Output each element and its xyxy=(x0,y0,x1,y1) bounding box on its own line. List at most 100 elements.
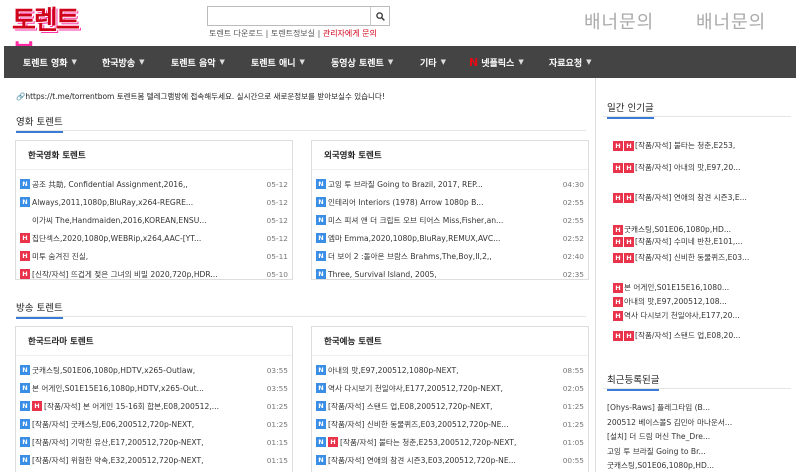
post-title[interactable]: [작품/자석] 위험한 약속,E32,200512,720p-NEXT, xyxy=(32,455,262,466)
list-item[interactable]: N Three, Survival Island, 2005, 02:35 xyxy=(316,266,584,282)
board-title[interactable]: 외국영화 토렌트 xyxy=(324,149,382,161)
board-title[interactable]: 한국영화 토렌트 xyxy=(28,149,86,161)
post-title[interactable]: [작품/자석] 불타는 청춘,E253,200512,720p-NEXT, xyxy=(340,437,558,448)
nav-item-anime[interactable]: 토렌트 애니 ▼ xyxy=(251,46,305,78)
popular-item[interactable]: H H [작품/자석] 연애의 참견 시즌3,E... xyxy=(613,192,763,203)
popular-item-title[interactable]: 아내의 맛,E97,200512,108... xyxy=(624,297,727,306)
list-item[interactable]: N 엠마 Emma,2020,1080p,BluRay,REMUX,AVC... 0… xyxy=(316,230,584,246)
search-button[interactable] xyxy=(370,7,389,25)
popular-item-title[interactable]: [작품/자석] 불타는 청춘,E253, xyxy=(635,141,735,150)
search-input[interactable] xyxy=(208,7,371,25)
popular-item-title[interactable]: [작품/자석] 스탠드 업,E08,20... xyxy=(635,331,740,340)
popular-item[interactable]: H본 어게인,S01E15E16,1080... xyxy=(613,282,763,293)
list-item[interactable]: N [작품/자석] 신비한 동물퀴즈,E03,200512,720p-NE... 0… xyxy=(316,416,584,432)
nav-item-netflix[interactable]: N 넷플릭스 ▼ xyxy=(469,46,524,78)
list-item[interactable]: N 고잉 투 브라질 Going to Brazil, 2017, REP... 0… xyxy=(316,176,584,192)
list-item[interactable]: N Always,2011,1080p,BluRay,x264-REGRE... 0… xyxy=(20,194,288,210)
banner-ad-2[interactable]: 배너문의 xyxy=(696,8,766,34)
list-item[interactable]: N 공조 共助, Confidential Assignment,2016,, 05… xyxy=(20,176,288,192)
post-title[interactable]: [작품/자석] 본 어게인 15-16회 합본,E08,200512,... xyxy=(44,401,262,412)
popular-item-title[interactable]: [작품/자석] 수미네 반찬,E101,... xyxy=(635,237,743,246)
post-title[interactable]: 집단섹스,2020,1080p,WEBRip,x264,AAC-[YT... xyxy=(32,233,262,244)
list-item[interactable]: N H [작품/자석] 불타는 청춘,E253,200512,720p-NEXT, 0… xyxy=(316,434,584,450)
post-title[interactable]: Three, Survival Island, 2005, xyxy=(328,270,558,279)
list-item[interactable]: N [작품/자석] 기막힌 유산,E17,200512,720p-NEXT, 01:… xyxy=(20,434,288,450)
post-title[interactable]: 역사 다시보기 천일야사,E177,200512,720p-NEXT, xyxy=(328,383,558,394)
list-item[interactable]: H 미투 숨겨진 진실, 05-11 xyxy=(20,248,288,264)
post-title[interactable]: [작품/자석] 기막힌 유산,E17,200512,720p-NEXT, xyxy=(32,437,262,448)
post-title[interactable]: 본 어게인,S01E15E16,1080p,HDTV,x265-Out... xyxy=(32,383,262,394)
recent-item[interactable]: [설치] 더 드림 머신 The_Dre... xyxy=(607,431,787,442)
list-item[interactable]: H [신작/자석] 뜨겁게 젖은 그녀의 비밀 2020,720p,HDR... 0… xyxy=(20,266,288,282)
new-badge: N xyxy=(20,365,30,375)
popular-item-title[interactable]: [작품/자석] 연애의 참견 시즌3,E... xyxy=(635,193,747,202)
popular-item[interactable]: H 역사 다시보기 천일야사,E177,20... xyxy=(613,310,763,321)
popular-item[interactable]: H H [작품/자석] 불타는 청춘,E253, xyxy=(613,140,763,151)
post-title[interactable]: Always,2011,1080p,BluRay,x264-REGRE... xyxy=(32,198,262,207)
list-item[interactable]: N H [작품/자석] 본 어게인 15-16회 합본,E08,200512,...… xyxy=(20,398,288,414)
recent-item[interactable]: 고잉 투 브라질 Going to Br... xyxy=(607,446,787,457)
popular-item[interactable]: H H [작품/자석] 스탠드 업,E08,20... xyxy=(613,330,763,341)
list-item[interactable]: N [작품/자석] 스탠드 업,E08,200512,720p-NEXT, 01:2… xyxy=(316,398,584,414)
recent-item[interactable]: 200512 베이스볼S 김민아 마나운서... xyxy=(607,417,787,428)
nav-item-etc[interactable]: 기타 ▼ xyxy=(420,46,446,78)
list-item[interactable]: H 집단섹스,2020,1080p,WEBRip,x264,AAC-[YT... 0… xyxy=(20,230,288,246)
nav-item-requests[interactable]: 자료요청 ▼ xyxy=(549,46,592,78)
telegram-notice[interactable]: 🔗https://t.me/torrentbom 토렌트봄 텔레그램방에 접속해… xyxy=(16,91,385,102)
list-item[interactable]: N [작품/자석] 위험한 약속,E32,200512,720p-NEXT, 01:… xyxy=(20,452,288,468)
hot-badge: H xyxy=(613,283,623,293)
post-title[interactable]: 인테리어 Interiors (1978) Arrow 1080p B... xyxy=(328,197,558,208)
site-logo[interactable]: 토렌트봄 xyxy=(12,4,94,70)
post-title[interactable]: 공조 共助, Confidential Assignment,2016,, xyxy=(32,179,262,190)
list-item[interactable]: N 굿캐스팅,S01E06,1080p,HDTV,x265-Outlaw, 03:5… xyxy=(20,362,288,378)
popular-item-title[interactable]: 본 어게인,S01E15E16,1080... xyxy=(624,283,729,292)
list-item[interactable]: N 역사 다시보기 천일야사,E177,200512,720p-NEXT, 02:0… xyxy=(316,380,584,396)
nav-label: 토렌트 애니 xyxy=(251,58,296,69)
popular-item[interactable]: H 아내의 맛,E97,200512,108... xyxy=(613,296,763,307)
nav-item-video[interactable]: 동영상 토렌트 ▼ xyxy=(331,46,393,78)
nav-item-movies[interactable]: 토렌트 영화 ▼ xyxy=(23,46,77,78)
post-title[interactable]: [작품/자석] 신비한 동물퀴즈,E03,200512,720p-NE... xyxy=(328,419,558,430)
list-item[interactable]: N [작품/자석] 굿캐스팅,E06,200512,720p-NEXT, 01:25 xyxy=(20,416,288,432)
popular-item-title[interactable]: [작품/자석] 아내의 맛,E97,20... xyxy=(635,163,740,172)
nav-item-korean-tv[interactable]: 한국방송 ▼ xyxy=(102,46,145,78)
post-title[interactable]: [신작/자석] 뜨겁게 젖은 그녀의 비밀 2020,720p,HDR... xyxy=(32,269,262,280)
popular-item[interactable]: H H [작품/자석] 신비한 동물퀴즈,E03... xyxy=(613,252,763,263)
list-item[interactable]: N더 보이 2 :돌아온 브람스 Brahms,The,Boy,II,2,, 02… xyxy=(316,248,584,264)
post-title[interactable]: 엠마 Emma,2020,1080p,BluRay,REMUX,AVC... xyxy=(328,233,558,244)
popular-item[interactable]: H 굿캐스팅,S01E06,1080p,HD... xyxy=(613,224,763,235)
nav-item-music[interactable]: 토렌트 음악 ▼ xyxy=(171,46,225,78)
popular-item-title[interactable]: 굿캐스팅,S01E06,1080p,HD... xyxy=(624,225,731,234)
hot-badge: H xyxy=(624,193,634,203)
board-title[interactable]: 한국드라마 토렌트 xyxy=(28,335,94,347)
post-title[interactable]: 더 보이 2 :돌아온 브람스 Brahms,The,Boy,II,2,, xyxy=(328,251,558,262)
link-contact-admin[interactable]: 관리자에게 문의 xyxy=(323,29,377,38)
post-title[interactable]: 굿캐스팅,S01E06,1080p,HDTV,x265-Outlaw, xyxy=(32,365,262,376)
post-title[interactable]: 미스 피셔 앤 더 크립트 오브 티어스 Miss,Fisher,an... xyxy=(328,215,558,226)
hot-badge: H xyxy=(613,237,623,247)
list-item[interactable]: N 아내의 맛,E97,200512,1080p-NEXT, 08:55 xyxy=(316,362,584,378)
popular-item-title[interactable]: 역사 다시보기 천일야사,E177,20... xyxy=(624,311,740,320)
link-torrent-download[interactable]: 토렌트 다운로드 xyxy=(209,29,263,38)
popular-item[interactable]: H H [작품/자석] 아내의 맛,E97,20... xyxy=(613,162,763,173)
post-title[interactable]: [작품/자석] 연애의 참견 시즌3,E03,200512,720p-NE... xyxy=(328,455,558,466)
board-divider xyxy=(16,355,292,356)
recent-item[interactable]: [Ohys-Raws] 플레그타임 (B... xyxy=(607,402,787,413)
post-title[interactable]: 아내의 맛,E97,200512,1080p-NEXT, xyxy=(328,365,558,376)
list-item[interactable]: N본 어게인,S01E15E16,1080p,HDTV,x265-Out... 0… xyxy=(20,380,288,396)
link-torrent-info[interactable]: 토렌트정보실 xyxy=(271,29,315,38)
popular-item-title[interactable]: [작품/자석] 신비한 동물퀴즈,E03... xyxy=(635,253,749,262)
list-item[interactable]: N 미스 피셔 앤 더 크립트 오브 티어스 Miss,Fisher,an... 0… xyxy=(316,212,584,228)
post-title[interactable]: 미투 숨겨진 진실, xyxy=(32,251,262,262)
post-title[interactable]: [작품/자석] 굿캐스팅,E06,200512,720p-NEXT, xyxy=(32,419,262,430)
popular-item[interactable]: H H [작품/자석] 수미네 반찬,E101,... xyxy=(613,236,763,247)
post-title[interactable]: 고잉 투 브라질 Going to Brazil, 2017, REP... xyxy=(328,179,558,190)
list-item[interactable]: 이가씨 The,Handmaiden,2016,KOREAN,ENSU... 05… xyxy=(20,212,288,228)
list-item[interactable]: N 인테리어 Interiors (1978) Arrow 1080p B... 0… xyxy=(316,194,584,210)
recent-item[interactable]: 굿캐스팅,S01E06,1080p,HD... xyxy=(607,460,787,471)
banner-ad-1[interactable]: 배너문의 xyxy=(584,8,654,34)
board-title[interactable]: 한국예능 토렌트 xyxy=(324,335,382,347)
post-title[interactable]: [작품/자석] 스탠드 업,E08,200512,720p-NEXT, xyxy=(328,401,558,412)
list-item[interactable]: N [작품/자석] 연애의 참견 시즌3,E03,200512,720p-NE..… xyxy=(316,452,584,468)
post-title[interactable]: 이가씨 The,Handmaiden,2016,KOREAN,ENSU... xyxy=(32,215,262,226)
